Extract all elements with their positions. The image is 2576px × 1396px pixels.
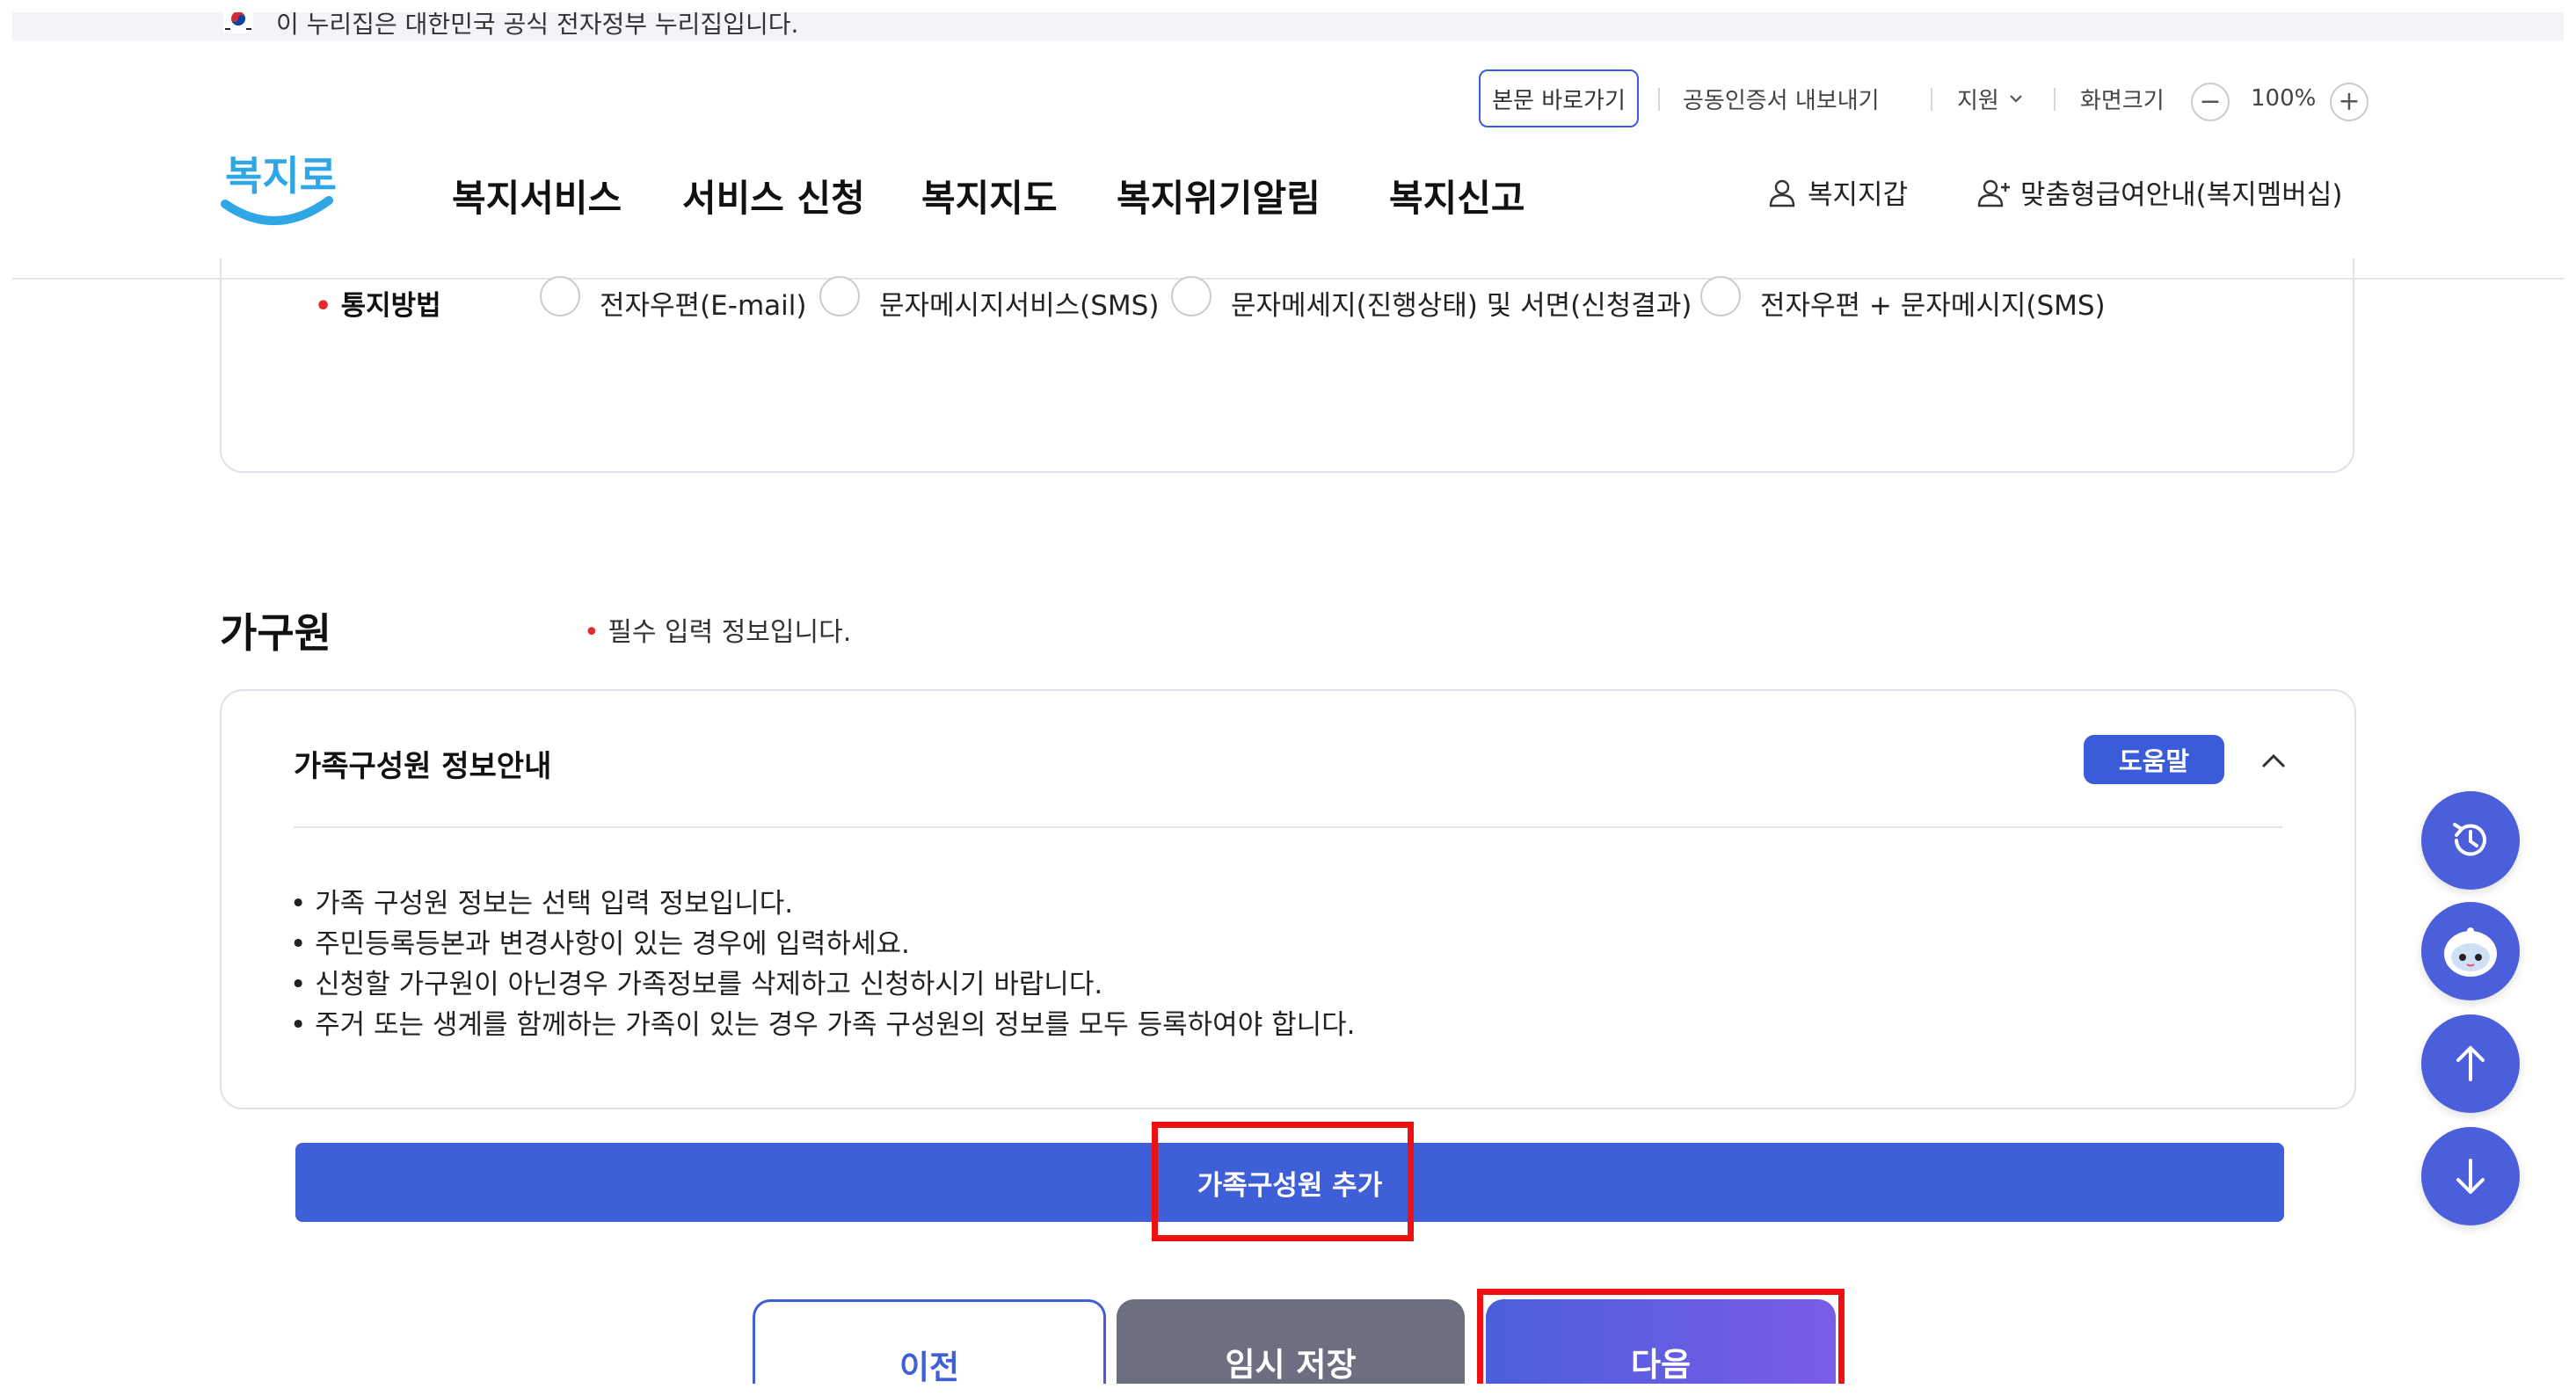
notification-method-text: 통지방법 [340,290,441,322]
membership-label: 맞춤형급여안내(복지멤버십) [2020,179,2343,211]
membership-link[interactable]: 맞춤형급여안내(복지멤버십) [1976,172,2342,212]
history-icon [2453,823,2486,856]
info-bullet: • 주거 또는 생계를 함께하는 가족이 있는 경우 가족 구성원의 정보를 모… [290,1009,1356,1041]
history-button[interactable] [2421,791,2520,890]
site-header: 본문 바로가기 공동인증서 내보내기 지원 화면크기 − 100% + 복지로 … [12,40,2564,280]
cert-export-link[interactable]: 공동인증서 내보내기 [1683,69,1880,127]
zoom-label: 화면크기 [2080,87,2165,114]
radio-email-label[interactable]: 전자우편(E-mail) [600,283,806,323]
scroll-bottom-button[interactable] [2421,1127,2520,1225]
chatbot-icon [2444,927,2497,977]
zoom-value: 100% [2251,85,2317,112]
highlight-box [1477,1289,1845,1384]
zoom-out-button[interactable]: − [2191,83,2230,121]
svg-text:복지로: 복지로 [225,152,337,200]
temp-save-button[interactable]: 임시 저장 [1117,1299,1465,1384]
nav-crisis-alert[interactable]: 복지위기알림 [1117,169,1321,222]
support-label: 지원 [1957,87,1999,114]
radio-sms-and-mail[interactable] [1171,276,1212,316]
required-note-text: 필수 입력 정보입니다. [608,617,852,648]
nav-service-apply[interactable]: 서비스 신청 [682,169,865,222]
gov-banner: 이 누리집은 대한민국 공식 전자정부 누리집입니다. [12,12,2564,40]
divider [1931,88,1932,111]
family-info-title: 가족구성원 정보안내 [294,749,552,784]
radio-email-plus-sms-label[interactable]: 전자우편 + 문자메시지(SMS) [1760,283,2106,323]
highlight-box [1152,1122,1414,1241]
required-dot: • [584,617,608,648]
notification-method-label: • 통지방법 [315,283,441,323]
prev-button[interactable]: 이전 [753,1299,1106,1384]
info-bullet: • 가족 구성원 정보는 선택 입력 정보입니다. [290,888,794,920]
card-divider [294,826,2282,828]
korea-flag-icon [223,12,253,33]
radio-email[interactable] [540,276,580,316]
support-menu[interactable]: 지원 [1957,69,2026,127]
skip-to-content-link[interactable]: 본문 바로가기 [1479,69,1639,127]
arrow-down-icon [2456,1159,2485,1194]
radio-sms-label[interactable]: 문자메시지서비스(SMS) [879,283,1159,323]
scroll-top-button[interactable] [2421,1014,2520,1113]
household-section-title: 가구원 [220,609,331,657]
arrow-up-icon [2456,1046,2485,1081]
required-note: • 필수 입력 정보입니다. [584,610,851,649]
welfare-wallet-link[interactable]: 복지지갑 [1765,172,1908,212]
info-bullet: • 신청할 가구원이 아닌경우 가족정보를 삭제하고 신청하시기 바랍니다. [290,969,1103,1000]
info-bullet-text: 주거 또는 생계를 함께하는 가족이 있는 경우 가족 구성원의 정보를 모두 … [315,1009,1356,1041]
info-bullet-text: 가족 구성원 정보는 선택 입력 정보입니다. [315,888,794,920]
gov-banner-text: 이 누리집은 대한민국 공식 전자정부 누리집입니다. [276,12,799,39]
info-bullet-text: 신청할 가구원이 아닌경우 가족정보를 삭제하고 신청하시기 바랍니다. [315,969,1103,1000]
nav-welfare-services[interactable]: 복지서비스 [452,169,622,222]
divider [2054,88,2056,111]
radio-sms-and-mail-label[interactable]: 문자메세지(진행상태) 및 서면(신청결과) [1231,283,1692,323]
info-bullet-text: 주민등록등본과 변경사항이 있는 경우에 입력하세요. [315,928,910,960]
welfare-wallet-label: 복지지갑 [1808,179,1909,211]
radio-sms[interactable] [819,276,860,316]
chevron-down-icon [2010,95,2022,103]
user-icon [1769,179,1795,207]
site-logo[interactable]: 복지로 [220,135,338,241]
divider [1658,88,1660,111]
chatbot-button[interactable] [2421,902,2520,1000]
user-add-icon [1977,179,2010,207]
zoom-in-button[interactable]: + [2330,83,2369,121]
browser-page: 이 누리집은 대한민국 공식 전자정부 누리집입니다. 본문 바로가기 공동인증… [12,12,2564,1384]
bokjiro-logo-icon: 복지로 [221,152,337,225]
nav-welfare-map[interactable]: 복지지도 [921,169,1058,222]
chevron-up-icon[interactable] [2254,742,2293,781]
help-button[interactable]: 도움말 [2084,735,2224,784]
radio-email-plus-sms[interactable] [1700,276,1741,316]
required-dot: • [315,291,341,322]
nav-welfare-report[interactable]: 복지신고 [1389,169,1525,222]
info-bullet: • 주민등록등본과 변경사항이 있는 경우에 입력하세요. [290,928,910,960]
